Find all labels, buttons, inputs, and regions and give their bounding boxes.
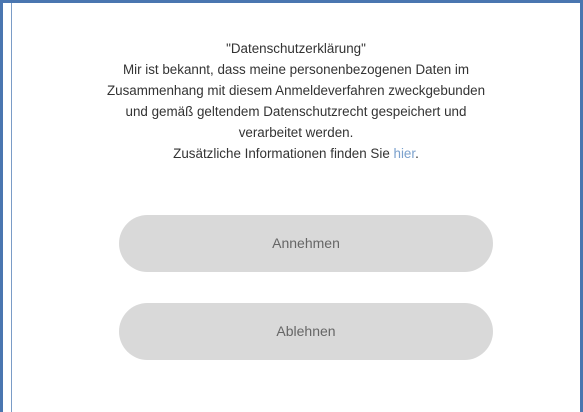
info-prefix: Zusätzliche Informationen finden Sie [173, 146, 394, 161]
privacy-text: "Datenschutzerklärung" Mir ist bekannt, … [12, 38, 580, 164]
info-link[interactable]: hier [394, 146, 416, 161]
info-line: Zusätzliche Informationen finden Sie hie… [12, 143, 580, 164]
privacy-title: "Datenschutzerklärung" [226, 41, 366, 56]
accept-button[interactable]: Annehmen [119, 215, 493, 272]
privacy-line-2: Zusammenhang mit diesem Anmeldeverfahren… [106, 83, 486, 98]
privacy-line-3: und gemäß geltendem Datenschutzrecht ges… [125, 104, 467, 119]
dialog-content: "Datenschutzerklärung" Mir ist bekannt, … [11, 3, 580, 412]
decline-button[interactable]: Ablehnen [119, 303, 493, 360]
info-suffix: . [415, 146, 419, 161]
privacy-dialog: "Datenschutzerklärung" Mir ist bekannt, … [0, 0, 583, 412]
privacy-line-1: Mir ist bekannt, dass meine personenbezo… [122, 62, 470, 77]
privacy-line-4: verarbeitet werden. [238, 125, 354, 140]
